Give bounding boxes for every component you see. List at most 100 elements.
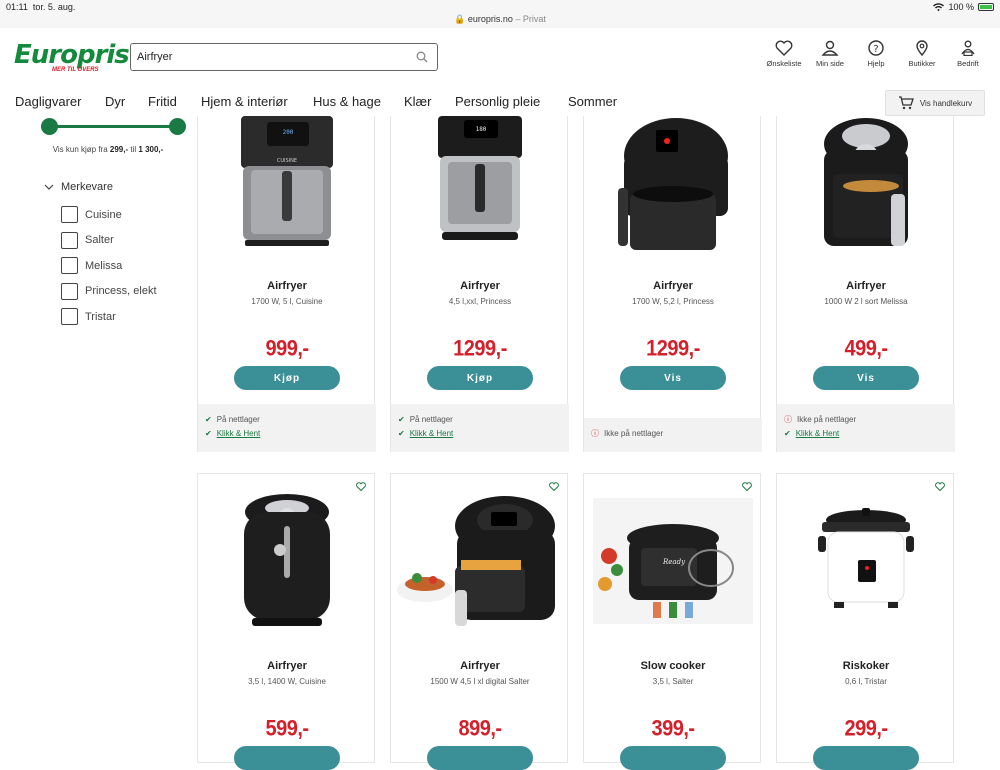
product-title[interactable]: Airfryer: [198, 280, 376, 292]
product-card[interactable]: Riskoker 0,6 l, Tristar 299,-: [776, 473, 955, 770]
warning-icon: ⓘ: [591, 428, 599, 438]
address-bar[interactable]: 🔒 europris.no – Privat: [0, 14, 1000, 25]
nav-item-klaer[interactable]: Klær: [404, 94, 431, 109]
product-subtitle: 3,5 l, 1400 W, Cuisine: [248, 677, 326, 686]
checkbox[interactable]: [61, 206, 78, 224]
product-image[interactable]: Ready: [584, 498, 762, 628]
product-image[interactable]: [584, 116, 762, 256]
view-cart-button[interactable]: Vis handlekurv: [885, 90, 985, 116]
svg-text:Ready: Ready: [662, 558, 686, 566]
checkbox[interactable]: [61, 231, 78, 249]
checkbox[interactable]: [61, 308, 78, 326]
view-button[interactable]: Vis: [620, 366, 726, 390]
product-title[interactable]: Airfryer: [391, 280, 569, 292]
nav-item-hjem-interior[interactable]: Hjem & interiør: [201, 94, 288, 109]
user-icon: [821, 40, 839, 56]
svg-text:CUISINE: CUISINE: [277, 158, 297, 164]
product-image[interactable]: 200 CUISINE: [198, 116, 376, 251]
heart-icon: [775, 40, 793, 56]
brand-filter-melissa[interactable]: Melissa: [61, 253, 157, 279]
wishlist-heart-icon[interactable]: [742, 482, 752, 491]
product-subtitle: 1700 W, 5,2 l, Princess: [632, 297, 714, 306]
wishlist-button[interactable]: Ønskeliste: [766, 40, 802, 68]
price-slider-max-handle[interactable]: [169, 118, 186, 135]
product-card[interactable]: Airfryer 1000 W 2 l sort Melissa 499,- V…: [776, 116, 955, 452]
product-subtitle: 4,5 l,xxl, Princess: [448, 297, 512, 306]
url-text: europris.no: [467, 14, 513, 24]
product-image[interactable]: [777, 116, 955, 256]
click-collect-link[interactable]: Klikk & Hent: [796, 429, 840, 438]
nav-item-fritid[interactable]: Fritid: [148, 94, 177, 109]
product-subtitle: 1700 W, 5 l, Cuisine: [251, 297, 323, 306]
check-icon: ✔: [398, 414, 405, 424]
check-icon: ✔: [784, 428, 791, 438]
product-card[interactable]: Airfryer 1700 W, 5,2 l, Princess 1299,- …: [583, 116, 762, 452]
product-price: 999,-: [265, 336, 309, 362]
category-nav: Dagligvarer Dyr Fritid Hjem & interiør H…: [0, 88, 1000, 116]
checkbox[interactable]: [61, 257, 78, 275]
price-slider-track[interactable]: [49, 125, 177, 128]
wishlist-heart-icon[interactable]: [935, 482, 945, 491]
product-title[interactable]: Airfryer: [777, 280, 955, 292]
product-price: 1299,-: [646, 336, 700, 362]
price-range-text: Vis kun kjøp fra 299,- til 1 300,-: [52, 145, 164, 154]
wifi-icon: [933, 3, 945, 11]
product-card[interactable]: Airfryer 1500 W 4,5 l xl digital Salter …: [390, 473, 569, 770]
product-subtitle: 1000 W 2 l sort Melissa: [824, 297, 908, 306]
brand-filter-cuisine[interactable]: Cuisine: [61, 202, 157, 228]
product-title[interactable]: Airfryer: [391, 660, 569, 672]
nav-item-hus-hage[interactable]: Hus & hage: [313, 94, 381, 109]
product-card[interactable]: 180 Airfryer 4,5 l,xxl, Princess 1299,- …: [390, 116, 569, 452]
chevron-down-icon: [44, 184, 54, 190]
search-input[interactable]: Airfryer: [130, 43, 438, 71]
nav-item-dyr[interactable]: Dyr: [105, 94, 125, 109]
check-icon: ✔: [205, 428, 212, 438]
stock-status: ⓘ Ikke på nettlager ✔ Klikk & Hent: [777, 404, 955, 452]
nav-item-personlig-pleie[interactable]: Personlig pleie: [455, 94, 540, 109]
click-collect-link[interactable]: Klikk & Hent: [217, 429, 261, 438]
europris-logo[interactable]: Europris MER TIL OVERS: [14, 42, 130, 73]
brand-filter-toggle[interactable]: Merkevare: [44, 181, 113, 193]
product-image[interactable]: [777, 506, 955, 616]
stock-status: ✔ På nettlager ✔ Klikk & Hent: [391, 404, 569, 452]
search-query[interactable]: Airfryer: [137, 51, 407, 63]
product-card[interactable]: Ready Slow cooker 3,5 l, Salter 399,-: [583, 473, 762, 770]
svg-text:180: 180: [476, 126, 487, 133]
warning-icon: ⓘ: [784, 414, 792, 424]
lock-icon: 🔒: [454, 14, 466, 24]
product-card[interactable]: 200 CUISINE Airfryer 1700 W, 5 l, Cuisine…: [197, 116, 376, 452]
product-image[interactable]: 180: [391, 116, 569, 251]
product-title[interactable]: Airfryer: [198, 660, 376, 672]
product-image[interactable]: [198, 490, 376, 630]
search-icon[interactable]: [407, 51, 437, 63]
status-bar: 01:11 tor. 5. aug. 🔒 europris.no – Priva…: [0, 0, 1000, 28]
price-slider-min-handle[interactable]: [41, 118, 58, 135]
status-time: 01:11 tor. 5. aug.: [6, 2, 76, 12]
click-collect-link[interactable]: Klikk & Hent: [410, 429, 454, 438]
nav-item-dagligvarer[interactable]: Dagligvarer: [15, 94, 81, 109]
my-page-button[interactable]: Min side: [812, 40, 848, 68]
product-title[interactable]: Slow cooker: [584, 660, 762, 672]
business-button[interactable]: Bedrift: [950, 40, 986, 68]
product-image[interactable]: [391, 490, 569, 630]
product-title[interactable]: Riskoker: [777, 660, 955, 672]
checkbox[interactable]: [61, 282, 78, 300]
check-icon: ✔: [205, 414, 212, 424]
buy-button[interactable]: Kjøp: [234, 366, 340, 390]
product-card[interactable]: Airfryer 3,5 l, 1400 W, Cuisine 599,-: [197, 473, 376, 770]
help-button[interactable]: ? Hjelp: [858, 40, 894, 68]
check-icon: ✔: [398, 428, 405, 438]
header-icons: Ønskeliste Min side ? Hjelp Butikker Bed…: [766, 40, 986, 68]
buy-button[interactable]: Kjøp: [427, 366, 533, 390]
brand-filter-tristar[interactable]: Tristar: [61, 304, 157, 330]
nav-item-sommer[interactable]: Sommer: [568, 94, 617, 109]
stores-button[interactable]: Butikker: [904, 40, 940, 68]
view-button[interactable]: Vis: [813, 366, 919, 390]
product-title[interactable]: Airfryer: [584, 280, 762, 292]
help-icon: ?: [868, 40, 884, 56]
svg-text:?: ?: [873, 44, 878, 55]
status-right: 100 %: [933, 2, 994, 12]
brand-filter-salter[interactable]: Salter: [61, 228, 157, 254]
stock-status: ⓘ Ikke på nettlager: [584, 418, 762, 452]
brand-filter-princess[interactable]: Princess, elekt: [61, 279, 157, 305]
